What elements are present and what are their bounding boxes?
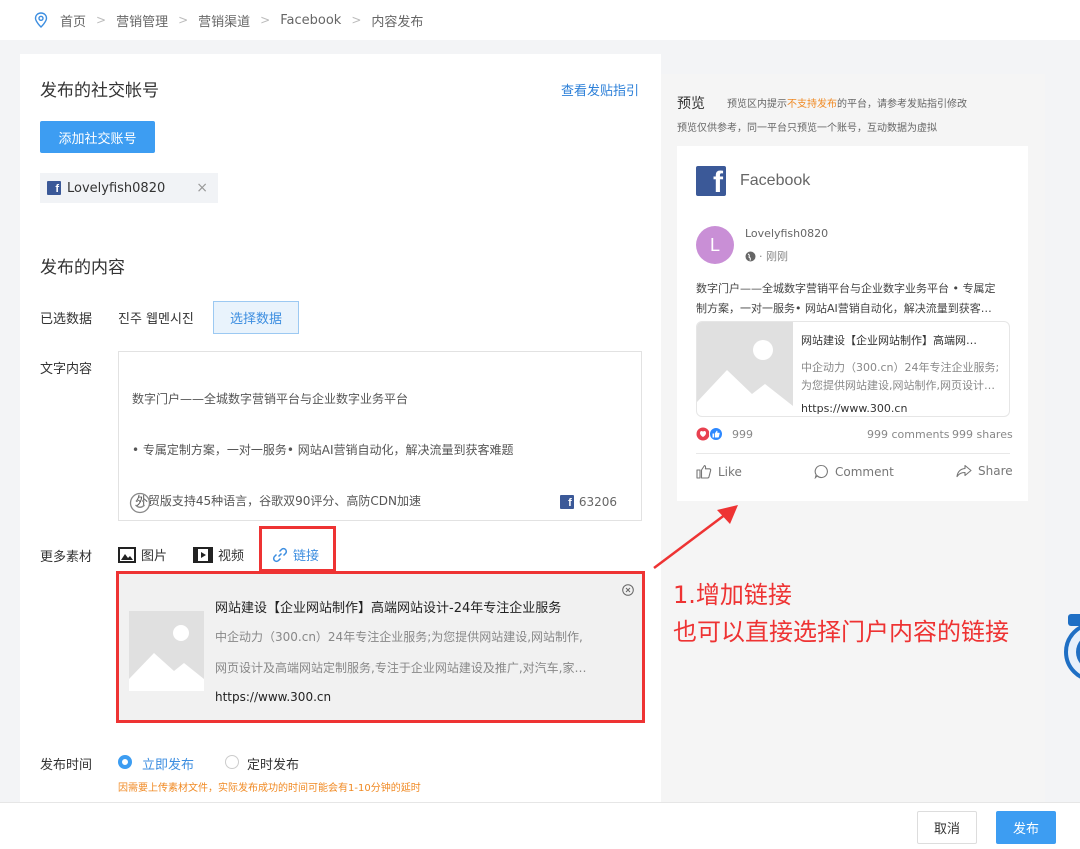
preview-link-card: 网站建设【企业网站制作】高端网… 中企动力（300.cn）24年专注企业服务; …: [696, 321, 1010, 417]
link-card-url: https://www.300.cn: [215, 690, 332, 704]
breadcrumb-current: 内容发布: [371, 14, 424, 30]
link-icon: [272, 547, 288, 562]
comment-action: Comment: [814, 464, 894, 479]
preview-platform-name: Facebook: [740, 172, 811, 189]
text-line-1: 数字门户——全城数字营销平台与企业数字业务平台: [132, 392, 409, 406]
reactions-icon: [696, 427, 723, 441]
link-card-title: 网站建设【企业网站制作】高端网站设计-24年专注企业服务: [215, 601, 562, 616]
preview-hint-line-1: 预览区内提示不支持发布的平台，请参考发贴指引修改: [727, 99, 967, 110]
breadcrumb-marketing[interactable]: 营销管理: [116, 11, 168, 30]
reactions-count: 999: [732, 427, 753, 441]
text-line-3: 外贸版支持45种语言，谷歌双90评分、高防CDN加速: [132, 494, 421, 508]
globe-icon: [745, 251, 756, 261]
posting-guide-link[interactable]: 查看发贴指引: [561, 80, 639, 99]
facebook-post-preview: f Facebook L Lovelyfish0820 · 刚刚 数字门户——全…: [677, 146, 1028, 501]
account-section-title: 发布的社交帐号: [40, 81, 159, 101]
chevron-right-icon: >: [96, 13, 107, 27]
preview-post-text-1: 数字门户——全城数字营销平台与企业数字业务平台 • 专属定: [696, 282, 996, 295]
select-data-button[interactable]: 选择数据: [213, 301, 299, 334]
publish-now-radio[interactable]: [118, 755, 132, 769]
preview-post-text-2: 制方案，一对一服务• 网站AI营销自动化，解决流量到获客…: [696, 302, 992, 315]
breadcrumb-channels[interactable]: 营销渠道: [198, 11, 250, 30]
facebook-logo-icon: f: [696, 166, 726, 196]
breadcrumb: 首页 > 营销管理 > 营销渠道 > Facebook > 内容发布: [0, 0, 1080, 40]
preview-title: 预览: [677, 96, 705, 112]
annotation-line-1: 1.增加链接: [673, 581, 792, 609]
preview-card-desc-1: 中企动力（300.cn）24年专注企业服务;: [801, 361, 1000, 374]
link-card-desc-2: 网页设计及高端网站定制服务,专注于企业网站建设及推广,对汽车,家…: [215, 661, 587, 675]
publish-delay-hint: 因需要上传素材文件，实际发布成功的时间可能会有1-10分钟的延时: [118, 783, 421, 794]
char-count: 63206: [578, 495, 617, 509]
preview-hint-line-2: 预览仅供参考，同一平台只预览一个账号，互动数据为虚拟: [677, 123, 937, 134]
image-material-tab[interactable]: 图片: [118, 545, 167, 564]
preview-account-name: Lovelyfish0820: [745, 227, 829, 240]
emoji-icon[interactable]: [129, 492, 151, 514]
image-placeholder-icon: [129, 611, 204, 691]
content-section-title: 发布的内容: [40, 258, 125, 278]
chevron-right-icon: >: [260, 13, 271, 27]
add-social-account-button[interactable]: 添加社交账号: [40, 121, 155, 153]
comments-count: 999 comments: [867, 428, 950, 441]
thumbs-up-icon: [696, 464, 712, 479]
video-material-tab[interactable]: 视频: [193, 545, 244, 564]
image-placeholder-icon: [697, 322, 793, 416]
link-preview-card: 网站建设【企业网站制作】高端网站设计-24年专注企业服务 中企动力（300.cn…: [119, 574, 642, 720]
text-content-textarea[interactable]: 数字门户——全城数字营销平台与企业数字业务平台 • 专属定制方案，一对一服务• …: [118, 351, 642, 521]
more-materials-label: 更多素材: [40, 550, 93, 565]
location-pin-icon: [34, 12, 48, 28]
link-card-desc-1: 中企动力（300.cn）24年专注企业服务;为您提供网站建设,网站制作,: [215, 630, 583, 644]
preview-card-desc-2: 为您提供网站建设,网站制作,网页设计…: [801, 379, 995, 392]
video-icon: [193, 546, 213, 563]
shares-count: 999 shares: [952, 428, 1013, 441]
avatar: L: [696, 226, 734, 264]
cancel-button[interactable]: 取消: [917, 811, 977, 844]
publish-now-label[interactable]: 立即发布: [142, 754, 194, 773]
facebook-icon: f: [47, 181, 61, 195]
close-circle-icon[interactable]: [622, 584, 634, 596]
selected-data-value: 진주 웹멘시진: [118, 312, 194, 327]
breadcrumb-home[interactable]: 首页: [60, 11, 86, 30]
chevron-right-icon: >: [351, 13, 362, 27]
preview-post-time: · 刚刚: [759, 250, 788, 263]
scheduled-publish-label[interactable]: 定时发布: [247, 754, 299, 773]
breadcrumb-facebook[interactable]: Facebook: [280, 13, 341, 28]
annotation-arrow-icon: [653, 505, 738, 569]
link-material-tab[interactable]: 链接: [272, 545, 319, 564]
divider: [696, 453, 1010, 454]
preview-card-url: https://www.300.cn: [801, 402, 908, 415]
comment-bubble-icon: [814, 464, 828, 479]
annotation-line-2: 也可以直接选择门户内容的链接: [673, 618, 1009, 646]
text-line-2: • 专属定制方案，一对一服务• 网站AI营销自动化，解决流量到获客难题: [132, 443, 514, 457]
share-action: Share: [956, 464, 1013, 478]
facebook-icon: f: [559, 495, 574, 509]
account-name: Lovelyfish0820: [67, 180, 166, 196]
close-icon[interactable]: ×: [196, 180, 208, 196]
like-action: Like: [696, 464, 742, 479]
selected-data-label: 已选数据: [40, 312, 93, 327]
preview-card-title: 网站建设【企业网站制作】高端网…: [801, 334, 977, 347]
share-arrow-icon: [956, 464, 972, 478]
selected-account-chip: f Lovelyfish0820 ×: [40, 173, 218, 203]
publish-time-label: 发布时间: [40, 758, 93, 773]
floating-assistant-icon[interactable]: [1060, 598, 1080, 688]
publish-button[interactable]: 发布: [996, 811, 1056, 844]
text-content-label: 文字内容: [40, 362, 93, 377]
scheduled-publish-radio[interactable]: [225, 755, 239, 769]
chevron-right-icon: >: [178, 13, 189, 27]
image-icon: [118, 546, 136, 563]
